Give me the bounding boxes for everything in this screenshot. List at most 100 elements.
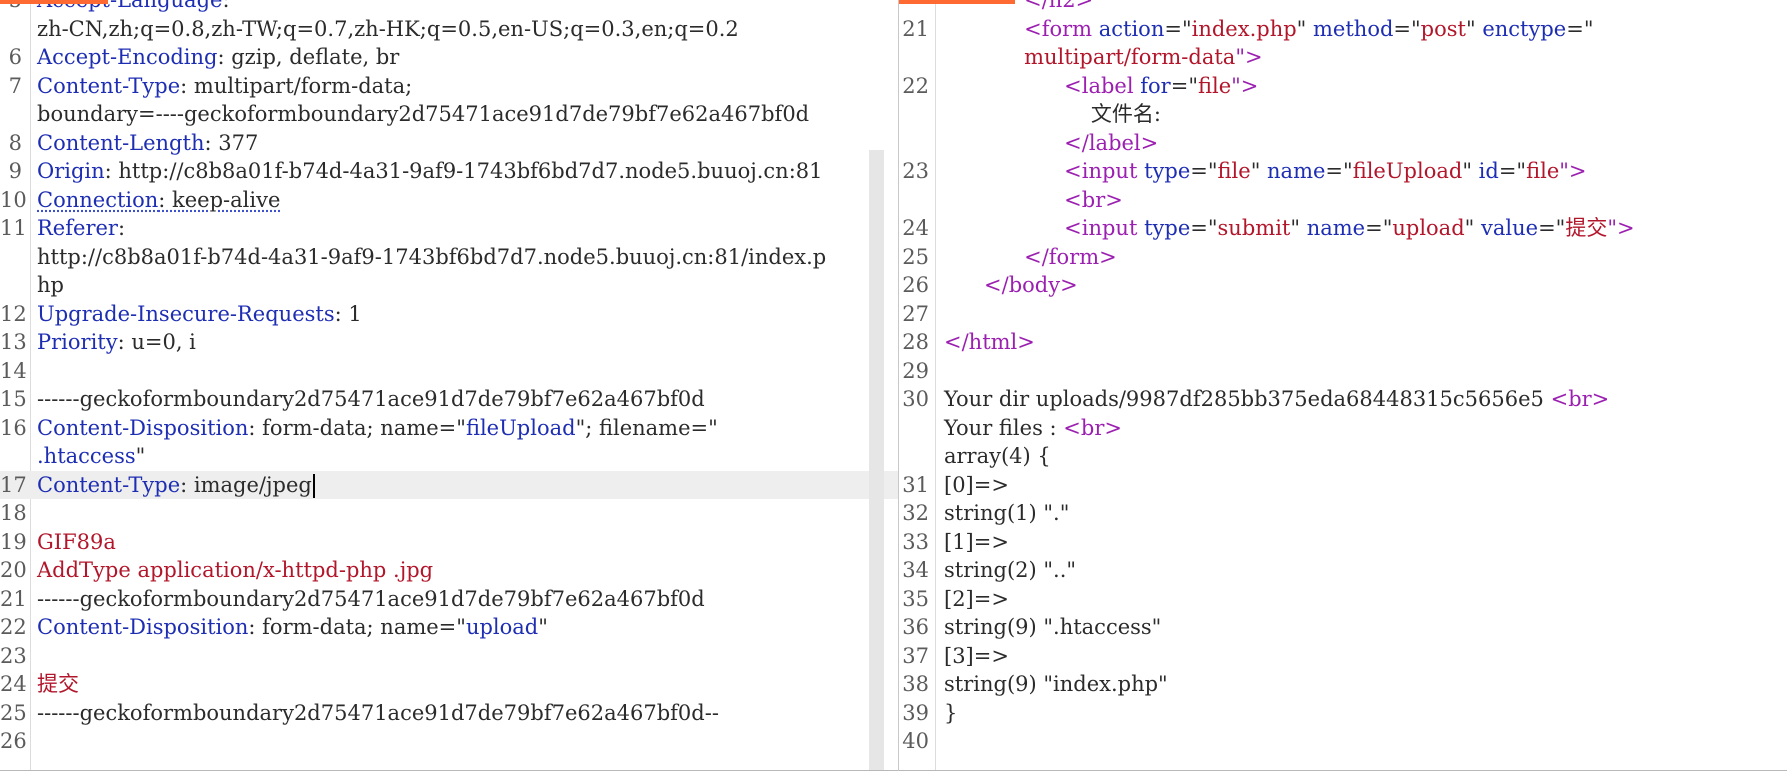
request-code-line[interactable]: 21 ------geckoformboundary2d75471ace91d7d… <box>0 585 898 614</box>
request-code-line[interactable]: http://c8b8a01f-b74d-4a31-9af9-1743bf6bd… <box>0 243 898 272</box>
request-lines[interactable]: 5 Accept-Language: zh-CN,zh;q=0.8,zh-TW;q=… <box>0 0 898 756</box>
request-editor[interactable]: 5 Accept-Language: zh-CN,zh;q=0.8,zh-TW;q=… <box>0 0 898 771</box>
request-code-line[interactable]: boundary=----geckoformboundary2d75471ace… <box>0 100 898 129</box>
response-code-line[interactable]: 21 <form action="index.php" method="post… <box>899 15 1787 44</box>
request-code-line[interactable]: 19 GIF89a <box>0 528 898 557</box>
response-code-line[interactable]: 33 [1]=> <box>899 528 1787 557</box>
code-token: [2]=> <box>944 586 1009 611</box>
request-code-line[interactable]: 23 <box>0 642 898 671</box>
request-scrollbar[interactable] <box>869 150 884 771</box>
response-code-line[interactable]: 39} <box>899 699 1787 728</box>
response-code-line[interactable]: </label> <box>899 129 1787 158</box>
request-code-line[interactable]: 12 Upgrade-Insecure-Requests: 1 <box>0 300 898 329</box>
response-code-line[interactable]: 36 string(9) ".htaccess" <box>899 613 1787 642</box>
line-text: Origin: http://c8b8a01f-b74d-4a31-9af9-1… <box>37 157 823 186</box>
code-token: Referer <box>37 216 118 240</box>
response-code-line[interactable]: 37 [3]=> <box>899 642 1787 671</box>
response-code-line[interactable]: 文件名: <box>899 100 1787 129</box>
line-number: 26 <box>902 273 929 297</box>
code-token: "> <box>1235 45 1263 69</box>
request-code-line[interactable]: 9 Origin: http://c8b8a01f-b74d-4a31-9af9-… <box>0 157 898 186</box>
code-token: index.php <box>1191 16 1297 41</box>
response-code-line[interactable]: 27 <box>899 300 1787 329</box>
line-text: hp <box>37 271 64 300</box>
code-token: [0]=> <box>944 472 1009 497</box>
request-code-line[interactable]: 10 Connection: keep-alive <box>0 186 898 215</box>
line-number: 37 <box>902 643 929 668</box>
code-token: type <box>1144 216 1191 240</box>
request-code-line[interactable]: 14 <box>0 357 898 386</box>
response-code-line[interactable]: 26 </body> <box>899 271 1787 300</box>
response-lines[interactable]: </h2> 21 <form action="index.php" method=… <box>899 0 1787 756</box>
code-token: Upgrade-Insecure-Requests <box>37 301 335 326</box>
code-token: Content-Length <box>37 130 205 155</box>
response-code-line[interactable]: 34 string(2) ".." <box>899 556 1787 585</box>
response-code-line[interactable]: 40 <box>899 727 1787 756</box>
code-token: </form> <box>944 244 1117 269</box>
request-code-line[interactable]: zh-CN,zh;q=0.8,zh-TW;q=0.7,zh-HK;q=0.5,e… <box>0 15 898 44</box>
request-code-line[interactable]: 5 Accept-Language: <box>0 0 898 15</box>
line-text: Content-Type: image/jpeg <box>37 471 315 500</box>
request-code-line[interactable]: 17 Content-Type: image/jpeg <box>0 470 898 500</box>
line-text: string(9) ".htaccess" <box>944 613 1161 642</box>
request-code-line[interactable]: 8 Content-Length: 377 <box>0 129 898 158</box>
response-code-line[interactable]: array(4) { <box>899 442 1787 471</box>
code-token: } <box>944 700 958 725</box>
line-text: string(2) ".." <box>944 556 1076 585</box>
code-token: upload <box>465 615 539 639</box>
response-code-line[interactable]: Your files : <br> <box>899 414 1787 443</box>
text-cursor <box>312 474 315 498</box>
response-code-line[interactable]: 23 <input type="file" name="fileUpload" … <box>899 157 1787 186</box>
request-code-line[interactable]: 24 提交 <box>0 670 898 699</box>
code-token: <form <box>944 16 1099 41</box>
response-code-line[interactable]: 32 string(1) "." <box>899 499 1787 528</box>
response-viewer[interactable]: </h2> 21 <form action="index.php" method=… <box>899 0 1787 771</box>
response-code-line[interactable]: multipart/form-data"> <box>899 43 1787 72</box>
line-number: 22 <box>902 73 929 98</box>
response-code-line[interactable]: 31 [0]=> <box>899 471 1787 500</box>
line-text: array(4) { <box>944 442 1051 471</box>
line-number: 26 <box>0 729 27 753</box>
response-code-line[interactable]: 30 Your dir uploads/9987df285bb375eda6844… <box>899 385 1787 414</box>
request-code-line[interactable]: 11 Referer: <box>0 214 898 243</box>
request-code-line[interactable]: 16 Content-Disposition: form-data; name="… <box>0 414 898 443</box>
code-token: file <box>1197 73 1232 98</box>
response-code-line[interactable]: <br> <box>899 186 1787 215</box>
response-code-line[interactable]: 28 </html> <box>899 328 1787 357</box>
response-code-line[interactable]: 35 [2]=> <box>899 585 1787 614</box>
code-token: string(9) "index.php" <box>944 672 1168 696</box>
line-number: 27 <box>902 301 929 326</box>
code-token: string(9) ".htaccess" <box>944 615 1162 639</box>
request-code-line[interactable]: 18 <box>0 499 898 528</box>
line-text: Your dir uploads/9987df285bb375eda684483… <box>944 385 1609 414</box>
line-text: http://c8b8a01f-b74d-4a31-9af9-1743bf6bd… <box>37 243 826 272</box>
response-code-line[interactable]: 38 string(9) "index.php" <box>899 670 1787 699</box>
request-code-line[interactable]: 25 ------geckoformboundary2d75471ace91d7d… <box>0 699 898 728</box>
code-token: Your dir uploads/9987df285bb375eda684483… <box>944 387 1551 411</box>
code-token: : form-data; name=" <box>248 415 466 440</box>
request-code-line[interactable]: 6 Accept-Encoding: gzip, deflate, br <box>0 43 898 72</box>
response-code-line[interactable]: </h2> <box>899 0 1787 15</box>
response-code-line[interactable]: 29 <box>899 357 1787 386</box>
request-code-line[interactable]: 15 ------geckoformboundary2d75471ace91d7d… <box>0 385 898 414</box>
line-text: .htaccess" <box>37 442 145 471</box>
request-code-line[interactable]: 20 AddType application/x-httpd-php .jpg <box>0 556 898 585</box>
response-code-line[interactable]: 22 <label for="file"> <box>899 72 1787 101</box>
line-text: Upgrade-Insecure-Requests: 1 <box>37 300 362 329</box>
request-code-line[interactable]: 13 Priority: u=0, i <box>0 328 898 357</box>
code-token: =" <box>1498 159 1527 183</box>
line-text: Accept-Encoding: gzip, deflate, br <box>37 43 399 72</box>
line-text: multipart/form-data"> <box>944 43 1263 72</box>
request-code-line[interactable]: hp <box>0 271 898 300</box>
request-code-line[interactable]: 7 Content-Type: multipart/form-data; <box>0 72 898 101</box>
line-number: 39 <box>902 700 929 725</box>
request-code-line[interactable]: 26 <box>0 727 898 756</box>
code-token: array(4) { <box>944 444 1051 468</box>
response-code-line[interactable]: 24 <input type="submit" name="upload" va… <box>899 214 1787 243</box>
request-code-line[interactable]: .htaccess" <box>0 442 898 471</box>
line-text: Content-Type: multipart/form-data; <box>37 72 412 101</box>
code-token: string(1) "." <box>944 501 1070 525</box>
request-code-line[interactable]: 22 Content-Disposition: form-data; name="… <box>0 613 898 642</box>
code-token: =" <box>1164 16 1192 41</box>
response-code-line[interactable]: 25 </form> <box>899 243 1787 272</box>
